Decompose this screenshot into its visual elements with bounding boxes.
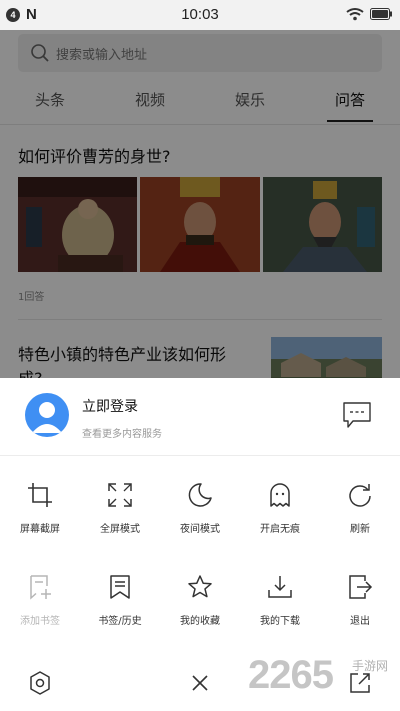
menu-label: 屏幕截屏 [20,524,60,535]
status-time: 10:03 [181,6,219,23]
screenshot-button[interactable]: 屏幕截屏 [0,478,80,548]
status-bar: 4 N 10:03 [0,0,400,30]
menu-row-1: 屏幕截屏 全屏模式 夜间模式 开启无痕 刷新 [0,478,400,548]
close-icon[interactable] [188,670,212,696]
bookmarks-history-button[interactable]: 书签/历史 [80,570,160,640]
menu-label: 刷新 [350,524,370,535]
menu-label: 我的下载 [260,616,300,627]
menu-label: 全屏模式 [100,524,140,535]
downloads-button[interactable]: 我的下载 [240,570,320,640]
refresh-icon [349,484,371,507]
login-row[interactable]: 立即登录 查看更多内容服务 [0,378,400,454]
night-mode-button[interactable]: 夜间模式 [160,478,240,548]
message-icon[interactable] [342,400,372,430]
menu-label: 退出 [350,616,370,627]
settings-icon[interactable] [28,670,52,696]
star-icon [188,575,212,598]
add-bookmark-button[interactable]: 添加书签 [0,570,80,640]
login-subtitle: 查看更多内容服务 [82,429,162,440]
moon-icon [188,483,212,507]
fullscreen-button[interactable]: 全屏模式 [80,478,160,548]
wifi-icon [346,8,364,21]
status-right [346,7,392,21]
bookmark-history-icon [110,575,130,599]
menu-label: 开启无痕 [260,524,300,535]
watermark-suffix: 手游网 [352,659,389,673]
dim-overlay[interactable] [0,30,400,378]
add-bookmark-icon [30,575,51,600]
watermark-number: 2265 [248,653,334,697]
site-watermark-logo: 2265 手游网 [248,653,398,703]
battery-icon [370,8,392,20]
menu-label: 书签/历史 [98,616,142,627]
menu-label: 添加书签 [20,616,60,627]
download-icon [268,576,292,598]
ghost-icon [270,483,290,507]
refresh-button[interactable]: 刷新 [320,478,400,548]
favorites-button[interactable]: 我的收藏 [160,570,240,640]
avatar[interactable] [25,393,69,437]
incognito-button[interactable]: 开启无痕 [240,478,320,548]
crop-icon [28,483,52,507]
menu-label: 我的收藏 [180,616,220,627]
menu-row-2: 添加书签 书签/历史 我的收藏 我的下载 退出 [0,570,400,640]
sheet-divider [0,455,400,456]
login-title[interactable]: 立即登录 [82,396,138,416]
exit-button[interactable]: 退出 [320,570,400,640]
browser-page: 搜索或输入地址 头条 视频 娱乐 问答 如何评价曹芳的身世? 1回答 特色小镇的… [0,30,400,378]
fullscreen-icon [108,483,132,507]
exit-icon [349,575,373,599]
menu-label: 夜间模式 [180,524,220,535]
